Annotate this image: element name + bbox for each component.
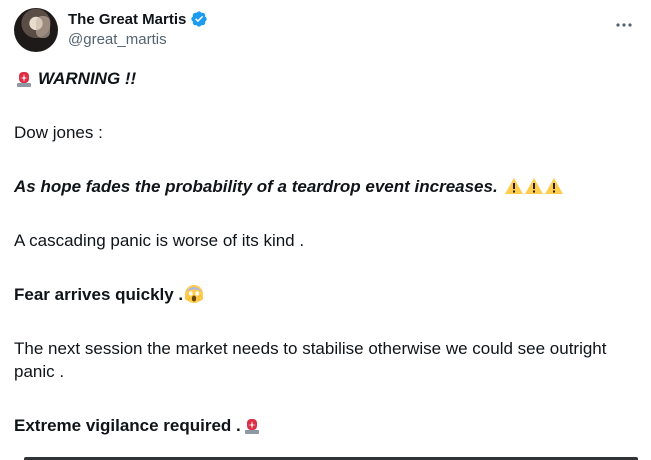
warning-label: WARNING !! (38, 69, 137, 88)
vigilance-text: Extreme vigilance required . (14, 416, 241, 435)
dow-jones-line: Dow jones : (14, 123, 103, 142)
tweet-body: WARNING !! Dow jones : As hope fades the… (14, 67, 633, 437)
warning-line: WARNING !! (14, 67, 633, 90)
fear-line: Fear arrives quickly . (14, 283, 633, 306)
fear-text: Fear arrives quickly . (14, 285, 184, 304)
handle[interactable]: @great_martis (68, 31, 208, 48)
teardrop-text: As hope fades the probability of a teard… (14, 177, 498, 196)
session-line: The next session the market needs to sta… (14, 339, 607, 381)
siren-icon (17, 72, 31, 87)
more-options-icon[interactable] (615, 16, 633, 34)
siren-icon (244, 419, 259, 434)
warning-icon (545, 178, 564, 194)
verified-badge-icon (191, 11, 208, 27)
display-name[interactable]: The Great Martis (68, 11, 186, 28)
warning-icon (505, 178, 524, 194)
avatar[interactable] (14, 8, 58, 52)
warning-icon (525, 178, 544, 194)
teardrop-line: As hope fades the probability of a teard… (14, 175, 633, 198)
screaming-face-icon (185, 285, 204, 303)
display-name-row: The Great Martis (68, 9, 208, 29)
cascading-line: A cascading panic is worse of its kind . (14, 231, 305, 250)
tweet-card: The Great Martis @great_martis WARNING !… (0, 0, 651, 460)
tweet-header: The Great Martis @great_martis (14, 8, 637, 56)
author-names: The Great Martis @great_martis (68, 9, 208, 48)
vigilance-line: Extreme vigilance required . (14, 414, 633, 437)
